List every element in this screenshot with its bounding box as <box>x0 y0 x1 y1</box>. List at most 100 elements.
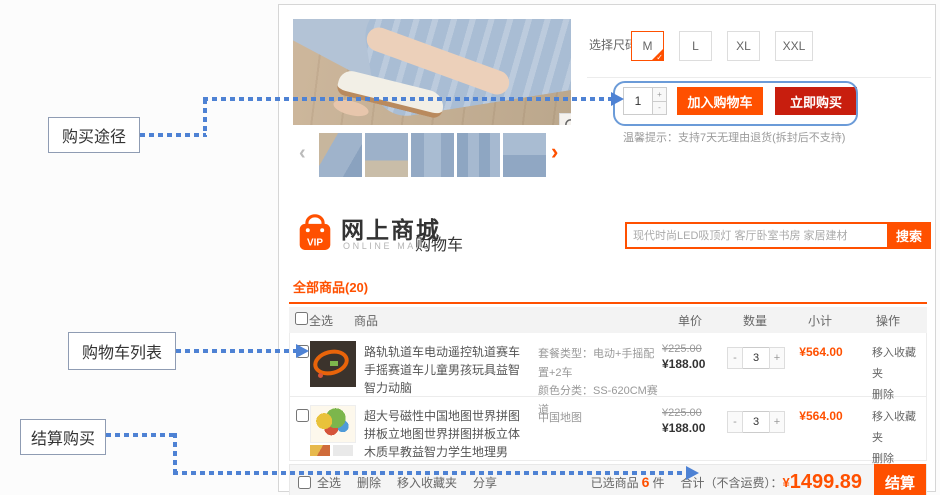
check-icon: ✓ <box>656 53 663 62</box>
subtotal-value: ¥564.00 <box>792 397 850 460</box>
search-input[interactable] <box>625 222 887 249</box>
quantity-input[interactable] <box>623 87 653 115</box>
column-price: 单价 <box>661 312 719 329</box>
quantity-increase-button[interactable]: + <box>653 87 667 102</box>
buy-now-button[interactable]: 立即购买 <box>775 87 857 115</box>
qty-minus-button[interactable]: - <box>727 347 743 369</box>
map-shape <box>310 405 356 443</box>
spec-line: 中国地图 <box>538 409 662 428</box>
move-to-favorites-link[interactable]: 移入收藏夹 <box>872 343 926 385</box>
size-option-m[interactable]: M ✓ <box>631 31 664 61</box>
product-thumbnail[interactable] <box>503 133 546 177</box>
dotted-connector <box>106 433 176 437</box>
product-title[interactable]: 超大号磁性中国地图世界拼图拼板立地图世界拼图拼板立体木质早教益智力学生地理男 <box>360 397 538 460</box>
column-product: 商品 <box>354 312 661 329</box>
move-to-favorites-link[interactable]: 移入收藏夹 <box>872 407 926 449</box>
currency-symbol: ¥ <box>782 475 789 490</box>
dotted-connector <box>173 471 686 475</box>
column-ops: 操作 <box>849 312 927 329</box>
footer-select-all-link[interactable]: 全选 <box>317 474 341 491</box>
row-checkbox[interactable] <box>296 409 309 422</box>
cart-table-header: 全选 商品 单价 数量 小计 操作 <box>289 307 927 333</box>
thumbnail-strip <box>319 133 546 177</box>
checkout-button[interactable]: 结算 <box>874 464 926 495</box>
selected-items-count: 6 <box>642 474 650 490</box>
section-divider <box>587 77 931 78</box>
selected-items-unit: 件 <box>652 474 664 491</box>
size-option-label: L <box>692 39 699 53</box>
logo-badge-text: VIP <box>307 238 323 249</box>
footer-share-link[interactable]: 分享 <box>473 474 497 491</box>
original-price: ¥225.00 <box>662 407 720 419</box>
footer-delete-link[interactable]: 删除 <box>357 474 381 491</box>
dotted-connector <box>203 97 611 101</box>
track-car-shape <box>330 361 338 366</box>
quantity-stepper: + - <box>623 87 667 115</box>
map-mini-shape <box>310 445 330 456</box>
annotation-label-checkout: 结算购买 <box>20 419 106 455</box>
product-thumbnail[interactable] <box>365 133 408 177</box>
qty-plus-button[interactable]: + <box>769 347 785 369</box>
qty-plus-button[interactable]: + <box>769 411 785 433</box>
search-button[interactable]: 搜索 <box>887 222 931 249</box>
add-to-cart-button[interactable]: 加入购物车 <box>677 87 763 115</box>
map-mini-shape <box>333 445 353 456</box>
annotation-label-cart-list: 购物车列表 <box>68 332 176 370</box>
shop-page-panel: ‹ › 选择尺码: M ✓ L XL XXL <box>278 4 936 492</box>
product-main-image[interactable] <box>293 19 571 125</box>
arrow-right-icon <box>296 344 309 358</box>
product-title[interactable]: 路轨轨道车电动遥控轨道赛车手摇赛道车儿童男孩玩具益智智力动脑 <box>360 333 538 396</box>
select-all-checkbox[interactable] <box>295 312 308 325</box>
product-image-race-track[interactable] <box>310 341 356 387</box>
row-quantity-stepper: - + <box>727 411 785 433</box>
tab-all-items[interactable]: 全部商品(20) <box>293 277 368 296</box>
track-dot-shape <box>318 373 323 378</box>
chevron-right-icon[interactable]: › <box>551 141 558 163</box>
dotted-connector <box>203 99 207 137</box>
cart-row: 超大号磁性中国地图世界拼图拼板立地图世界拼图拼板立体木质早教益智力学生地理男 中… <box>289 397 927 461</box>
dotted-connector <box>140 133 206 137</box>
column-select-all[interactable]: 全选 <box>309 312 354 329</box>
product-spec: 中国地图 <box>538 397 662 460</box>
size-option-l[interactable]: L <box>679 31 712 61</box>
cart-row: 路轨轨道车电动遥控轨道赛车手摇赛道车儿童男孩玩具益智智力动脑 套餐类型：电动+手… <box>289 333 927 397</box>
product-thumbnail[interactable] <box>457 133 500 177</box>
product-image-china-map[interactable] <box>310 405 356 456</box>
footer-move-favorites-link[interactable]: 移入收藏夹 <box>397 474 457 491</box>
search-bar: 搜索 <box>625 222 931 249</box>
current-price: ¥188.00 <box>662 421 720 435</box>
total-amount: 1499.89 <box>790 471 862 494</box>
map-mini-images <box>310 445 356 456</box>
footer-select-all-checkbox[interactable] <box>298 476 311 489</box>
dotted-connector <box>173 433 177 475</box>
size-options: M ✓ L XL XXL <box>631 31 813 61</box>
column-qty: 数量 <box>719 312 791 329</box>
selected-items-label: 已选商品 <box>591 474 639 491</box>
size-option-xl[interactable]: XL <box>727 31 760 61</box>
qty-value-input[interactable] <box>743 411 769 433</box>
product-thumbnail[interactable] <box>411 133 454 177</box>
product-thumbnail[interactable] <box>319 133 362 177</box>
size-option-label: XL <box>736 39 751 53</box>
size-option-xxl[interactable]: XXL <box>775 31 813 61</box>
screenshot-root: ‹ › 选择尺码: M ✓ L XL XXL <box>0 0 940 495</box>
vip-bag-logo-icon[interactable]: VIP <box>297 209 333 260</box>
cart-section: 全部商品(20) 全选 商品 单价 数量 小计 操作 <box>289 275 927 495</box>
row-operations: 移入收藏夹 删除 <box>850 333 926 396</box>
qty-minus-button[interactable]: - <box>727 411 743 433</box>
original-price: ¥225.00 <box>662 343 720 355</box>
spec-line: 套餐类型：电动+手摇配置+2车 <box>538 345 662 382</box>
chevron-left-icon[interactable]: ‹ <box>299 143 306 163</box>
price-cell: ¥225.00 ¥188.00 <box>662 397 720 460</box>
price-cell: ¥225.00 ¥188.00 <box>662 333 720 396</box>
annotation-label-purchase-path: 购买途径 <box>48 117 140 153</box>
quantity-decrease-button[interactable]: - <box>653 102 667 116</box>
row-operations: 移入收藏夹 删除 <box>850 397 926 460</box>
magnifier-icon[interactable] <box>559 113 571 125</box>
qty-value-input[interactable] <box>743 347 769 369</box>
dotted-connector <box>176 349 296 353</box>
subtotal-value: ¥564.00 <box>792 333 850 396</box>
arrow-right-icon <box>686 466 699 480</box>
cart-tab-bar: 全部商品(20) <box>289 275 927 304</box>
column-subtotal: 小计 <box>791 312 849 329</box>
